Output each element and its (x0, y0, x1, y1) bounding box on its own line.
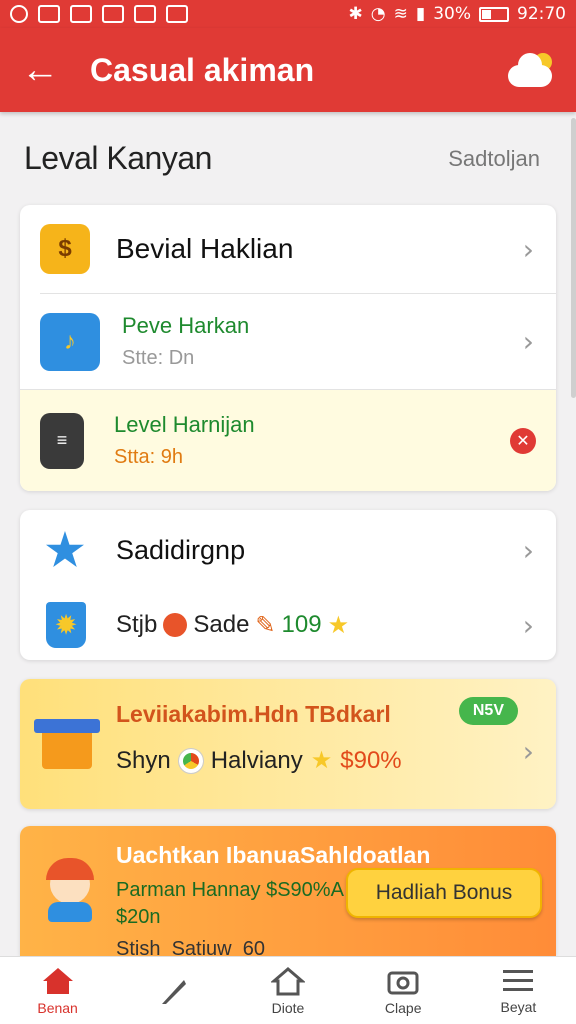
nav-label: Diote (271, 999, 305, 1016)
list-item-title: Bevial Haklian (116, 233, 294, 264)
mail-icon (102, 5, 124, 23)
chevron-right-icon: › (522, 735, 534, 768)
new-badge: N5V (458, 697, 518, 725)
list-item-status: Stta: 9h (114, 446, 183, 468)
list-item[interactable]: ✹ Stjb Sade ✎ 109 ★ › (20, 590, 556, 660)
nav-camera[interactable]: Clape (346, 957, 461, 1024)
list-item-label: Sade (193, 611, 250, 638)
image-icon (134, 5, 156, 23)
nav-store[interactable]: Diote (230, 957, 345, 1024)
star-icon: ★ (45, 525, 85, 575)
peek-row-label: Stish Satiuw 60 (116, 938, 265, 956)
menu-icon (503, 969, 534, 991)
app-bar: ← Casual akiman (0, 28, 576, 112)
bluetooth-icon: ✱ (348, 4, 363, 24)
star-icon: ★ (310, 747, 333, 774)
notification-icon (10, 5, 28, 23)
nav-edit[interactable] (115, 957, 230, 1024)
camera-icon (387, 971, 419, 994)
promo-value: $90% (340, 746, 402, 774)
list-item-highlighted[interactable]: ≡ Level Harnijan Stta: 9h ✕ (20, 389, 556, 491)
list-item-title: Sadidirgnp (116, 534, 246, 565)
back-button[interactable]: ← (0, 28, 80, 112)
status-bar: ✱ ◔ ≋ ▮ 30% 92:70 (0, 0, 576, 28)
bonus-banner[interactable]: Uachtkan IbanuaSahldoatlan Parman Hannay… (20, 826, 556, 956)
coin-bag-icon: $ (40, 224, 90, 274)
promo-title: Leviiakabim.Hdn TBdkarl (116, 701, 391, 727)
home-icon (42, 967, 73, 994)
chevron-right-icon: › (522, 232, 534, 266)
list-item-count: 109 (281, 611, 322, 638)
battery-percent: 30% (433, 4, 471, 24)
list-item-title: Level Harnijan (114, 412, 255, 437)
nav-home[interactable]: Benan (0, 957, 115, 1024)
app-notification-icon (70, 5, 92, 23)
arrow-left-icon: ← (21, 48, 59, 91)
music-icon: ♪ (40, 312, 100, 371)
app-title: Casual akiman (90, 51, 315, 88)
list-item-status: Stte: Dn (122, 347, 195, 369)
promo-label: Shyn (116, 746, 171, 774)
tablet-icon: ≡ (40, 412, 84, 469)
close-icon[interactable]: ✕ (510, 427, 536, 454)
section-link[interactable]: Sadtoljan (448, 146, 540, 172)
promo-title: Uachtkan IbanuaSahldoatlan (116, 842, 431, 868)
pencil-icon: ✎ (255, 611, 276, 639)
section-header: Leval Kanyan Sadtoljan (24, 140, 540, 177)
nav-label: Clape (384, 999, 422, 1016)
star-icon: ★ (327, 611, 350, 639)
wifi-icon: ≋ (393, 4, 408, 24)
app-notification-icon (38, 5, 60, 23)
scrollbar[interactable] (571, 118, 576, 398)
target-icon (163, 613, 188, 637)
bottom-nav: Benan Diote Clape Beyat (0, 956, 576, 1024)
signal-icon: ▮ (415, 4, 426, 24)
chevron-right-icon: › (522, 608, 534, 642)
gift-box-icon (34, 705, 104, 775)
mascot-icon (34, 846, 108, 926)
list-item-title: Peve Harkan (122, 313, 250, 338)
browser-icon (177, 747, 204, 774)
weather-button[interactable] (508, 53, 554, 87)
promo-label: Halviany (210, 746, 303, 774)
nav-label: Beyat (500, 998, 537, 1015)
feather-icon (161, 979, 186, 1004)
alarm-icon: ◔ (370, 4, 386, 24)
list-item-label: Stjb (116, 611, 158, 638)
cloud-icon (166, 5, 188, 23)
house-outline-icon (271, 966, 305, 995)
nav-label: Benan (37, 999, 78, 1016)
section-title: Leval Kanyan (24, 140, 212, 176)
chevron-right-icon: › (522, 325, 534, 358)
list-item[interactable]: ★ Sadidirgnp › (20, 510, 556, 590)
battery-icon (479, 6, 509, 22)
promo-banner[interactable]: Leviiakabim.Hdn TBdkarl Shyn Halviany ★ … (20, 679, 556, 809)
rewards-card: ★ Sadidirgnp › ✹ Stjb Sade ✎ 109 ★ › (20, 510, 556, 660)
chevron-right-icon: › (522, 533, 534, 567)
list-item[interactable]: $ Bevial Haklian › (20, 205, 556, 293)
clock: 92:70 (517, 4, 566, 24)
list-item[interactable]: ♪ Peve Harkan Stte: Dn › (40, 293, 556, 389)
levels-card: $ Bevial Haklian › ♪ Peve Harkan Stte: D… (20, 205, 556, 491)
trash-bin-icon: ✹ (46, 602, 86, 648)
nav-menu[interactable]: Beyat (461, 957, 576, 1024)
bonus-button[interactable]: Hadliah Bonus (346, 868, 542, 918)
